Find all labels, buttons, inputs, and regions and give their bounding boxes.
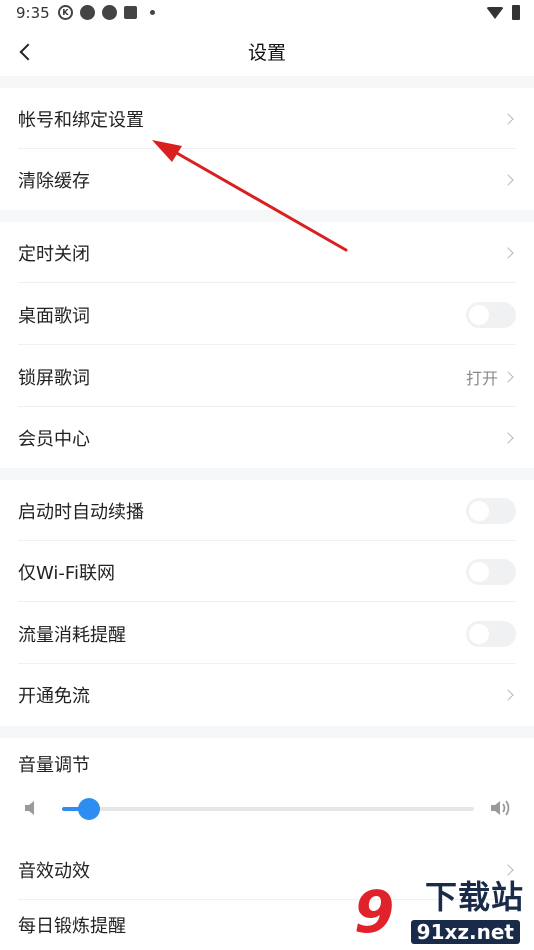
pinwheel-icon <box>102 5 117 20</box>
toggle-knob <box>469 623 489 644</box>
setting-row-account-binding[interactable]: 帐号和绑定设置 <box>0 88 534 149</box>
setting-label: 音量调节 <box>18 755 90 776</box>
setting-label: 启动时自动续播 <box>18 501 144 523</box>
chevron-right-icon <box>502 246 514 259</box>
setting-label: 锁屏歌词 <box>18 367 90 389</box>
watermark-logo: 9 <box>354 878 395 946</box>
nav-bar: 设置 <box>0 28 534 76</box>
setting-label: 帐号和绑定设置 <box>18 109 144 131</box>
setting-label: 会员中心 <box>18 428 90 450</box>
dot-icon <box>150 10 155 15</box>
volume-slider[interactable] <box>62 798 474 820</box>
watermark-bottom-text: 91xz.net <box>410 920 520 944</box>
setting-row-wifi-only: 仅Wi-Fi联网 <box>0 541 534 602</box>
setting-label: 仅Wi-Fi联网 <box>18 562 115 584</box>
setting-row-clear-cache[interactable]: 清除缓存 <box>0 149 534 210</box>
setting-row-member-center[interactable]: 会员中心 <box>0 407 534 468</box>
setting-label: 音效动效 <box>18 860 90 882</box>
watermark: 9 下载站 91xz.net <box>350 878 530 948</box>
toggle-knob <box>469 500 489 521</box>
chevron-right-icon <box>502 370 514 383</box>
desktop-lyrics-toggle[interactable] <box>466 301 516 328</box>
setting-label: 桌面歌词 <box>18 305 90 327</box>
group-divider <box>0 76 534 88</box>
row-divider <box>18 344 516 345</box>
k-icon: K <box>58 5 73 20</box>
volume-slider-row <box>0 778 534 838</box>
chevron-right-icon <box>502 173 514 186</box>
setting-row-auto-resume: 启动时自动续播 <box>0 480 534 541</box>
setting-label: 流量消耗提醒 <box>18 624 126 646</box>
setting-row-desktop-lyrics: 桌面歌词 <box>0 284 534 345</box>
toggle-knob <box>469 561 489 582</box>
setting-label: 开通免流 <box>18 685 90 707</box>
toggle-knob <box>469 304 489 325</box>
status-system-icons <box>486 5 520 20</box>
chevron-right-icon <box>502 688 514 701</box>
volume-high-icon <box>491 800 510 816</box>
row-divider <box>18 282 516 283</box>
group-divider <box>0 210 534 222</box>
volume-slider-thumb[interactable] <box>77 798 100 820</box>
status-time: 9:35 <box>16 4 50 22</box>
setting-row-sleep-timer[interactable]: 定时关闭 <box>0 222 534 283</box>
chevron-right-icon <box>502 112 514 125</box>
row-divider <box>18 601 516 602</box>
data-usage-alert-toggle[interactable] <box>466 620 516 647</box>
setting-value: 打开 <box>465 368 498 388</box>
a-icon <box>124 6 137 19</box>
setting-label: 每日锻炼提醒 <box>18 916 126 937</box>
watermark-top-text: 下载站 <box>424 878 524 916</box>
wifi-icon <box>486 6 504 19</box>
battery-icon <box>512 5 520 20</box>
setting-label: 定时关闭 <box>18 243 90 265</box>
setting-label: 清除缓存 <box>18 170 90 192</box>
status-bar: 9:35 K <box>0 0 534 28</box>
setting-row-free-data[interactable]: 开通免流 <box>0 664 534 725</box>
auto-resume-toggle[interactable] <box>466 497 516 524</box>
page-title: 设置 <box>247 42 286 64</box>
setting-row-lockscreen-lyrics[interactable]: 锁屏歌词 打开 <box>0 346 534 407</box>
volume-low-icon <box>25 801 34 815</box>
chevron-right-icon <box>502 431 514 444</box>
group-divider <box>0 726 534 738</box>
pinwheel-icon <box>80 5 95 20</box>
wifi-only-toggle[interactable] <box>466 558 516 585</box>
setting-row-data-usage-alert: 流量消耗提醒 <box>0 603 534 664</box>
status-notification-icons: K <box>58 5 155 20</box>
group-divider <box>0 468 534 480</box>
